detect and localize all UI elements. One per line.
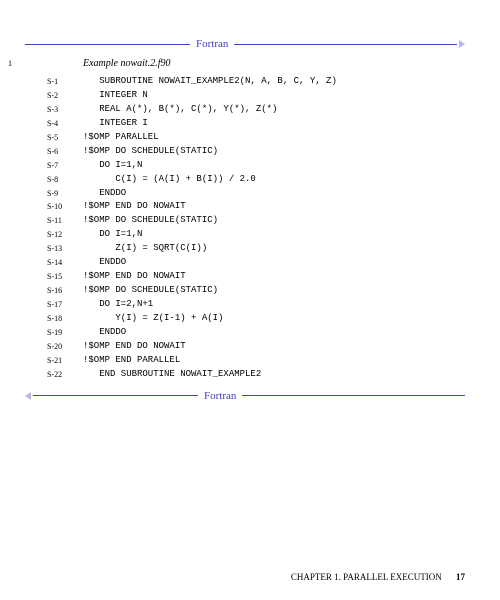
code-line: S-10!$OMP END DO NOWAIT [47,200,465,214]
code-line-text: !$OMP END DO NOWAIT [83,340,186,354]
code-line-text: ENDDO [83,256,126,270]
divider-line [33,395,198,396]
triangle-right-icon [459,40,465,48]
code-line-text: C(I) = (A(I) + B(I)) / 2.0 [83,173,256,187]
code-line-text: Y(I) = Z(I-1) + A(I) [83,312,223,326]
code-line-text: !$OMP DO SCHEDULE(STATIC) [83,284,218,298]
code-line: S-16!$OMP DO SCHEDULE(STATIC) [47,284,465,298]
code-line-label: S-13 [47,242,83,256]
code-line-label: S-12 [47,228,83,242]
code-line: S-19 ENDDO [47,326,465,340]
code-line-label: S-22 [47,368,83,382]
divider-label: Fortran [198,390,242,402]
code-line-label: S-16 [47,284,83,298]
page-footer: CHAPTER 1. PARALLEL EXECUTION 17 [291,572,465,582]
divider-line [234,44,457,45]
divider-line [242,395,465,396]
code-line-label: S-17 [47,298,83,312]
code-line-label: S-8 [47,173,83,187]
footer-chapter: CHAPTER 1. PARALLEL EXECUTION [291,572,442,582]
code-line-text: DO I=1,N [83,159,142,173]
code-line-text: ENDDO [83,326,126,340]
code-line-label: S-9 [47,187,83,201]
section-divider-top: Fortran [25,38,465,50]
code-line: S-8 C(I) = (A(I) + B(I)) / 2.0 [47,173,465,187]
margin-line-number: 1 [8,59,12,68]
code-line: S-4 INTEGER I [47,117,465,131]
divider-line [25,44,190,45]
example-title: Example nowait.2.f90 [83,58,465,69]
code-line: S-20!$OMP END DO NOWAIT [47,340,465,354]
code-line: S-3 REAL A(*), B(*), C(*), Y(*), Z(*) [47,103,465,117]
code-line-text: !$OMP END DO NOWAIT [83,200,186,214]
code-line-label: S-3 [47,103,83,117]
code-line: S-2 INTEGER N [47,89,465,103]
code-line: S-11!$OMP DO SCHEDULE(STATIC) [47,214,465,228]
divider-label: Fortran [190,38,234,50]
code-line-text: END SUBROUTINE NOWAIT_EXAMPLE2 [83,368,261,382]
code-line-text: REAL A(*), B(*), C(*), Y(*), Z(*) [83,103,277,117]
code-line: S-14 ENDDO [47,256,465,270]
code-line-text: INTEGER I [83,117,148,131]
code-line: S-1 SUBROUTINE NOWAIT_EXAMPLE2(N, A, B, … [47,75,465,89]
code-line-label: S-2 [47,89,83,103]
code-line-label: S-10 [47,200,83,214]
code-block: S-1 SUBROUTINE NOWAIT_EXAMPLE2(N, A, B, … [47,75,465,382]
footer-page-number: 17 [456,572,465,582]
code-line-text: !$OMP PARALLEL [83,131,159,145]
code-line: S-22 END SUBROUTINE NOWAIT_EXAMPLE2 [47,368,465,382]
code-line: S-15!$OMP END DO NOWAIT [47,270,465,284]
code-line-text: INTEGER N [83,89,148,103]
code-line-label: S-11 [47,214,83,228]
code-line-label: S-1 [47,75,83,89]
code-line: S-6!$OMP DO SCHEDULE(STATIC) [47,145,465,159]
code-line-text: !$OMP DO SCHEDULE(STATIC) [83,214,218,228]
code-line-label: S-21 [47,354,83,368]
code-line-label: S-15 [47,270,83,284]
code-line-text: DO I=1,N [83,228,142,242]
code-line-text: SUBROUTINE NOWAIT_EXAMPLE2(N, A, B, C, Y… [83,75,337,89]
code-line: S-18 Y(I) = Z(I-1) + A(I) [47,312,465,326]
code-line: S-5!$OMP PARALLEL [47,131,465,145]
code-line-text: Z(I) = SQRT(C(I)) [83,242,207,256]
code-line-label: S-6 [47,145,83,159]
code-line: S-12 DO I=1,N [47,228,465,242]
code-line-text: !$OMP END PARALLEL [83,354,180,368]
code-line: S-17 DO I=2,N+1 [47,298,465,312]
code-line-label: S-7 [47,159,83,173]
code-line-label: S-18 [47,312,83,326]
code-line-text: !$OMP DO SCHEDULE(STATIC) [83,145,218,159]
code-line: S-7 DO I=1,N [47,159,465,173]
code-line-label: S-4 [47,117,83,131]
code-line-text: ENDDO [83,187,126,201]
code-line-text: DO I=2,N+1 [83,298,153,312]
triangle-left-icon [25,392,31,400]
code-line: S-21!$OMP END PARALLEL [47,354,465,368]
code-line: S-9 ENDDO [47,187,465,201]
code-line-text: !$OMP END DO NOWAIT [83,270,186,284]
code-line-label: S-20 [47,340,83,354]
code-line-label: S-14 [47,256,83,270]
code-line-label: S-5 [47,131,83,145]
section-divider-bottom: Fortran [25,390,465,402]
code-line-label: S-19 [47,326,83,340]
code-line: S-13 Z(I) = SQRT(C(I)) [47,242,465,256]
